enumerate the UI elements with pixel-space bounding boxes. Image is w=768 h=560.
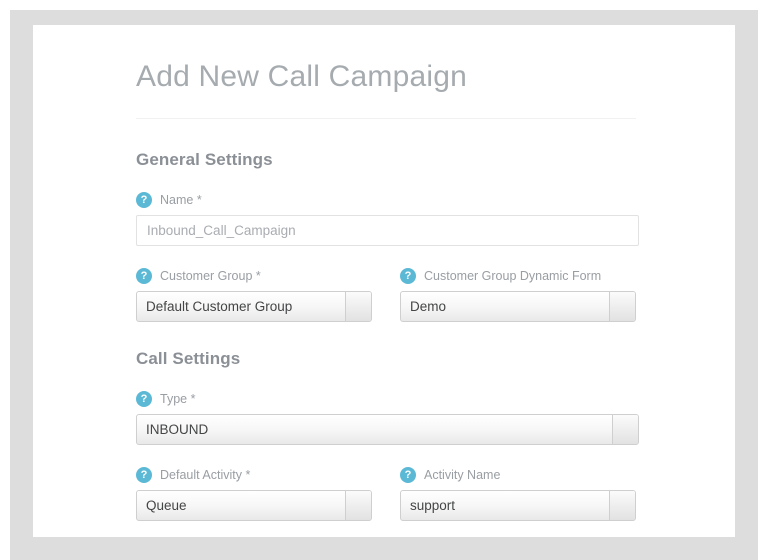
help-circle-icon[interactable]: ? <box>136 268 152 284</box>
default-activity-select[interactable]: Queue <box>136 490 372 521</box>
field-customer-group-dynamic-form: ? Customer Group Dynamic Form Demo <box>400 246 636 322</box>
field-default-activity: ? Default Activity * Queue <box>136 445 372 521</box>
section-title-general: General Settings <box>136 150 273 169</box>
field-activity-name: ? Activity Name support <box>400 445 636 521</box>
label-text-customer-group-dynamic-form: Customer Group Dynamic Form <box>424 269 602 283</box>
customer-group-dynamic-form-select-value: Demo <box>410 299 447 314</box>
field-label-name: ? Name * <box>136 191 639 209</box>
field-label-customer-group-dynamic-form: ? Customer Group Dynamic Form <box>400 267 636 285</box>
chevron-down-icon[interactable] <box>345 491 371 520</box>
form-row-activity: ? Default Activity * Queue ? Activity Na… <box>136 445 639 521</box>
field-label-type: ? Type * <box>136 390 639 408</box>
type-select[interactable]: INBOUND <box>136 414 639 445</box>
form-card: Add New Call Campaign General Settings ?… <box>33 25 735 537</box>
chevron-down-icon[interactable] <box>609 292 635 321</box>
help-circle-icon[interactable]: ? <box>136 192 152 208</box>
label-text-activity-name: Activity Name <box>424 468 501 482</box>
label-text-name: Name * <box>160 193 202 207</box>
type-select-value: INBOUND <box>146 422 209 437</box>
label-text-default-activity: Default Activity * <box>160 468 251 482</box>
default-activity-select-value: Queue <box>146 498 187 513</box>
chevron-down-icon[interactable] <box>345 292 371 321</box>
form-row-customer-group: ? Customer Group * Default Customer Grou… <box>136 246 639 322</box>
name-input[interactable] <box>136 215 639 246</box>
label-text-customer-group: Customer Group * <box>160 269 261 283</box>
field-customer-group: ? Customer Group * Default Customer Grou… <box>136 246 372 322</box>
chevron-down-icon[interactable] <box>612 415 638 444</box>
label-text-type: Type * <box>160 392 196 406</box>
app-viewport: Add New Call Campaign General Settings ?… <box>0 0 768 560</box>
page-title: Add New Call Campaign <box>136 60 468 93</box>
field-label-customer-group: ? Customer Group * <box>136 267 372 285</box>
customer-group-select[interactable]: Default Customer Group <box>136 291 372 322</box>
field-type: ? Type * INBOUND <box>136 369 639 445</box>
section-title-call: Call Settings <box>136 349 241 368</box>
form-row-name: ? Name * <box>136 170 639 246</box>
help-circle-icon[interactable]: ? <box>136 391 152 407</box>
chevron-down-icon[interactable] <box>609 491 635 520</box>
activity-name-select[interactable]: support <box>400 490 636 521</box>
customer-group-select-value: Default Customer Group <box>146 299 293 314</box>
form-card-content: Add New Call Campaign General Settings ?… <box>136 25 639 537</box>
customer-group-dynamic-form-select[interactable]: Demo <box>400 291 636 322</box>
activity-name-select-value: support <box>410 498 456 513</box>
field-label-default-activity: ? Default Activity * <box>136 466 372 484</box>
help-circle-icon[interactable]: ? <box>400 467 416 483</box>
field-label-activity-name: ? Activity Name <box>400 466 636 484</box>
field-name: ? Name * <box>136 170 639 246</box>
help-circle-icon[interactable]: ? <box>400 268 416 284</box>
form-row-type: ? Type * INBOUND <box>136 369 639 445</box>
help-circle-icon[interactable]: ? <box>136 467 152 483</box>
